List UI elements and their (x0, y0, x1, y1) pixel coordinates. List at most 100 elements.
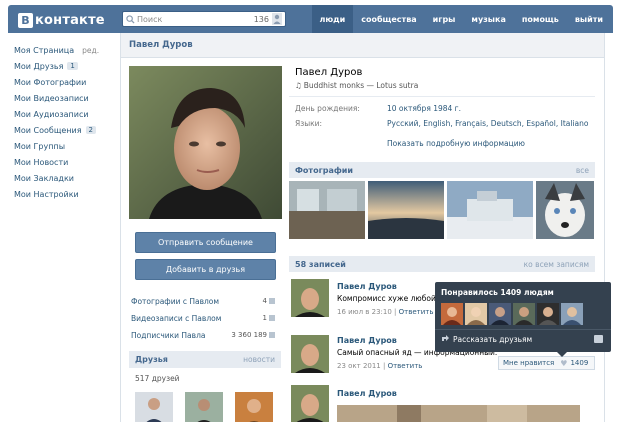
birthday-value[interactable]: 10 октября 1984 г. (387, 104, 461, 113)
left-nav-item[interactable]: Мои Фотографии (14, 74, 114, 90)
top-nav-item[interactable]: игры (425, 5, 464, 33)
more-info-link[interactable]: Показать подробную информацию (387, 139, 525, 148)
post-photo[interactable] (337, 405, 580, 422)
left-nav-label: Мои Фотографии (14, 77, 87, 87)
left-nav-label: Мои Группы (14, 141, 66, 151)
profile-frame: Павел Дуров Отправить сообщение Добавить… (120, 33, 605, 422)
like-button[interactable]: Мне нравится ♥ 1409 (498, 356, 595, 370)
post-author[interactable]: Павел Дуров (337, 389, 397, 398)
followers-link[interactable]: Подписчики Павла 3 360 189 (131, 328, 281, 342)
liker-avatar[interactable] (537, 303, 559, 325)
post-meta: 16 июл в 23:10 | Ответить (337, 308, 434, 316)
left-nav-item[interactable]: Мои Друзья 1 (14, 58, 114, 74)
photos-with-link[interactable]: Фотографии с Павлом 4 (131, 294, 281, 308)
post-avatar[interactable] (291, 335, 329, 373)
top-nav-item[interactable]: выйти (567, 5, 611, 33)
vk-logo[interactable]: В контакте (18, 12, 105, 28)
followers-count: 3 360 189 (231, 331, 275, 339)
liker-faces (441, 303, 583, 325)
share-link[interactable]: Рассказать друзьям (441, 334, 532, 344)
search-icon (123, 12, 137, 26)
liker-avatar[interactable] (465, 303, 487, 325)
liker-avatar[interactable] (489, 303, 511, 325)
photo-thumb[interactable] (368, 181, 444, 239)
heart-icon: ♥ (560, 358, 568, 368)
left-nav-label: Мои Видеозаписи (14, 93, 89, 103)
post-avatar[interactable] (291, 279, 329, 317)
camera-icon (269, 298, 275, 304)
liker-avatar[interactable] (441, 303, 463, 325)
search-input[interactable]: Поиск (137, 15, 254, 24)
search-count: 136 (253, 14, 269, 24)
person-icon (272, 13, 282, 25)
music-note-icon: ♫ (295, 81, 302, 90)
reply-link[interactable]: Ответить (399, 308, 434, 316)
photos-header[interactable]: Фотографии все (289, 162, 595, 178)
videos-with-count-value: 1 (262, 314, 267, 322)
profile-avatar[interactable] (129, 66, 282, 219)
followers-label: Подписчики Павла (131, 330, 206, 340)
friend-thumb[interactable] (135, 392, 173, 422)
friends-news-link[interactable]: новости (243, 355, 275, 364)
liker-avatar[interactable] (561, 303, 583, 325)
add-friend-button[interactable]: Добавить в друзья (135, 259, 276, 280)
videos-with-link[interactable]: Видеозаписи с Павлом 1 (131, 311, 281, 325)
top-nav-item[interactable]: люди (311, 5, 354, 33)
left-nav-label: Мои Сообщения (14, 125, 82, 135)
photo-thumb[interactable] (447, 181, 533, 239)
left-nav-item[interactable]: Мои Новости (14, 154, 114, 170)
edit-link[interactable]: ред. (82, 46, 99, 55)
video-icon (269, 315, 275, 321)
logo-letter: В (18, 12, 33, 28)
followers-count-value: 3 360 189 (231, 331, 267, 339)
reply-link[interactable]: Ответить (388, 362, 423, 370)
status-text: Buddhist monks — Lotus sutra (303, 81, 419, 90)
photos-with-count-value: 4 (262, 297, 267, 305)
top-nav-item[interactable]: музыка (463, 5, 513, 33)
like-count: 1409 (570, 359, 589, 367)
post-author[interactable]: Павел Дуров (337, 282, 397, 291)
friends-title: Друзья (135, 355, 168, 364)
left-nav-label: Моя Страница (14, 45, 75, 55)
count-badge: 2 (85, 126, 97, 134)
friends-count: 517 друзей (135, 374, 180, 383)
photos-title: Фотографии (295, 165, 354, 175)
wall-title: 58 записей (295, 259, 346, 269)
photo-thumb[interactable] (289, 181, 365, 239)
likes-tooltip: Понравилось 1409 людям Рассказать друзья… (435, 282, 611, 357)
left-nav-label: Мои Закладки (14, 173, 74, 183)
top-nav-item[interactable]: сообщества (353, 5, 424, 33)
profile-status[interactable]: ♫ Buddhist monks — Lotus sutra (295, 81, 418, 90)
wall-header[interactable]: 58 записей ко всем записям (289, 256, 595, 272)
post-author[interactable]: Павел Дуров (337, 336, 397, 345)
post-date[interactable]: 16 июл в 23:10 (337, 308, 392, 316)
share-label: Рассказать друзьям (453, 334, 533, 344)
friends-header[interactable]: Друзья новости (129, 351, 281, 368)
post-date[interactable]: 23 окт 2011 (337, 362, 381, 370)
wall-all-link[interactable]: ко всем записям (524, 260, 589, 269)
friend-thumb[interactable] (185, 392, 223, 422)
left-nav-item[interactable]: Мои Закладки (14, 170, 114, 186)
languages-value[interactable]: Русский, English, Français, Deutsch, Esp… (387, 119, 588, 128)
send-message-button[interactable]: Отправить сообщение (135, 232, 276, 253)
left-nav-item[interactable]: Моя Страница ред. (14, 42, 114, 58)
search-box[interactable]: Поиск 136 (122, 11, 286, 27)
comment-icon[interactable] (594, 335, 603, 343)
liker-avatar[interactable] (513, 303, 535, 325)
photo-thumb[interactable] (536, 181, 594, 239)
friend-thumb[interactable] (235, 392, 273, 422)
top-nav-item[interactable]: помощь (514, 5, 567, 33)
left-nav-label: Мои Настройки (14, 189, 79, 199)
left-nav-item[interactable]: Мои Сообщения 2 (14, 122, 114, 138)
share-icon (441, 334, 450, 344)
person-small-icon (269, 332, 275, 338)
left-nav-item[interactable]: Мои Группы (14, 138, 114, 154)
tooltip-arrow (557, 352, 567, 357)
left-nav-item[interactable]: Мои Аудиозаписи (14, 106, 114, 122)
left-nav-item[interactable]: Мои Настройки (14, 186, 114, 202)
left-nav-item[interactable]: Мои Видеозаписи (14, 90, 114, 106)
videos-with-count: 1 (263, 314, 275, 322)
photos-all-link[interactable]: все (576, 166, 589, 175)
post-avatar[interactable] (291, 385, 329, 422)
birthday-label: День рождения: (295, 104, 360, 113)
